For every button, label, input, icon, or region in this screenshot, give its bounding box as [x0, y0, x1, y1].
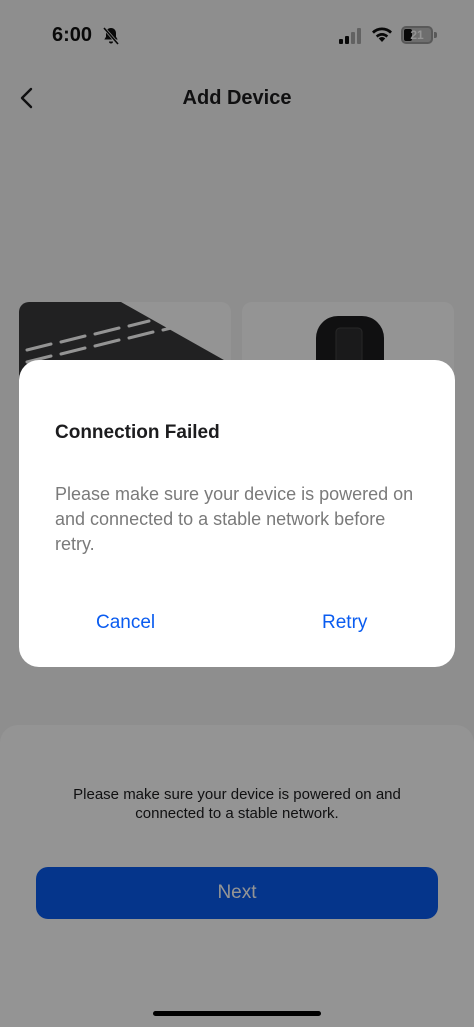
dialog-message: Please make sure your device is powered …: [55, 484, 414, 554]
retry-button[interactable]: Retry: [316, 608, 373, 638]
connection-failed-dialog: Connection Failed Please make sure your …: [19, 360, 455, 667]
cancel-button[interactable]: Cancel: [90, 608, 161, 638]
dialog-title: Connection Failed: [55, 422, 220, 443]
